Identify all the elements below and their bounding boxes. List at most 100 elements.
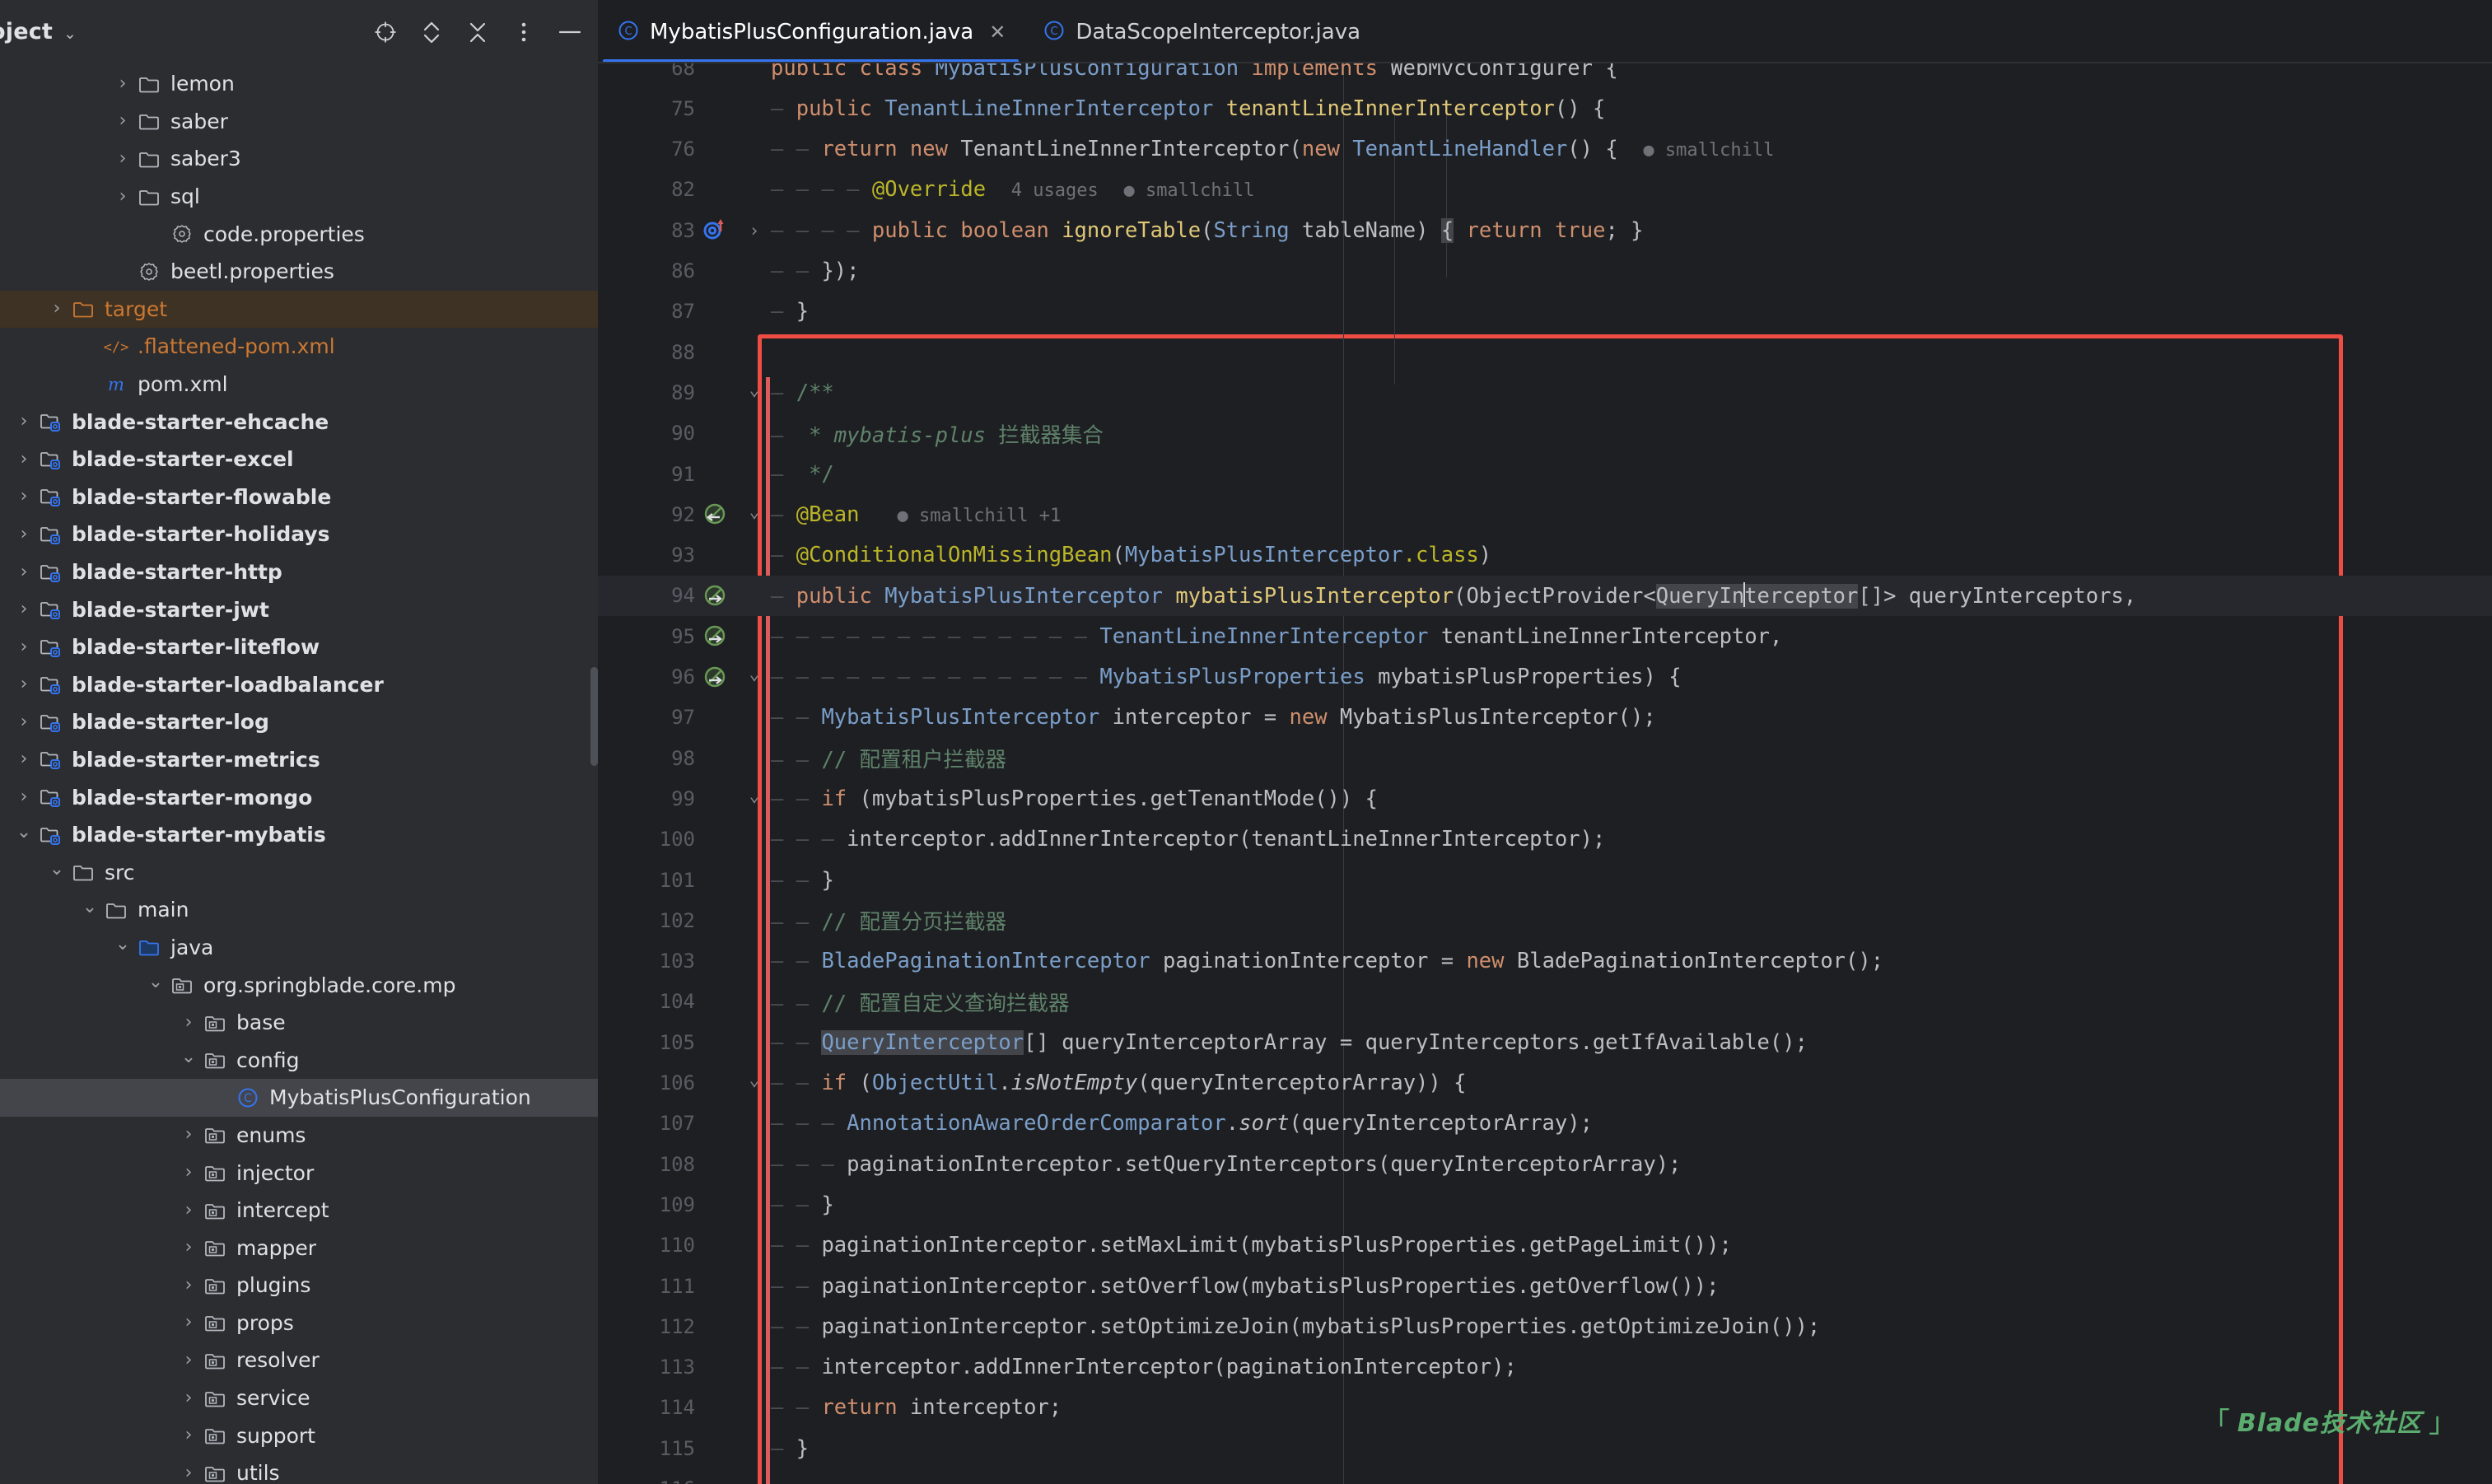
chevron-right-icon[interactable]: › [176,1351,201,1370]
code-line[interactable]: 88 [598,332,2492,372]
code-line[interactable]: 68 public class MybatisPlusConfiguration … [598,63,2492,88]
bean-out-icon[interactable] [698,660,731,693]
tree-item-support[interactable]: › support [0,1416,598,1454]
chevron-right-icon[interactable]: › [176,1013,201,1032]
chevron-right-icon[interactable]: › [110,112,135,130]
tree-item-saber3[interactable]: › saber3 [0,140,598,178]
tree-item-config[interactable]: ⌄ config [0,1041,598,1079]
code-line[interactable]: 90 — * mybatis-plus 拦截器集合 [598,413,2492,454]
tree-item-blade-starter-log[interactable]: › blade-starter-log [0,703,598,741]
chevron-down-icon[interactable]: ⌄ [176,1048,201,1066]
tree-item-blade-starter-holidays[interactable]: › blade-starter-holidays [0,516,598,553]
chevron-right-icon[interactable]: › [176,1388,201,1407]
code-line[interactable]: 75 — public TenantLineInnerInterceptor te… [598,88,2492,128]
chevron-right-icon[interactable]: › [110,149,135,168]
code-line[interactable]: 95 — — — — — — — — — — — — — TenantLineIn… [598,616,2492,656]
project-tree[interactable]: › lemon › saber › saber3 › sql code.properties be… [0,63,598,1484]
tree-item-mapper[interactable]: › mapper [0,1229,598,1267]
bean-out-icon[interactable] [698,579,731,612]
code-line[interactable]: 87 — } [598,292,2492,332]
bean-in-icon[interactable] [698,497,731,530]
fold-expanded-icon[interactable]: ⌄ [744,380,764,399]
code-line[interactable]: 99 ⌄ — — if (mybatisPlusProperties.getTena… [598,778,2492,819]
chevron-right-icon[interactable]: › [110,187,135,206]
code-line[interactable]: 105 — — QueryInterceptor[] queryIntercept… [598,1022,2492,1062]
tree-item-intercept[interactable]: › intercept [0,1192,598,1230]
chevron-right-icon[interactable]: › [12,637,36,656]
tree-item-blade-starter-metrics[interactable]: › blade-starter-metrics [0,741,598,779]
sidebar-scrollbar[interactable] [590,667,598,766]
tree-item-saber[interactable]: › saber [0,103,598,141]
code-line[interactable]: 100 — — — interceptor.addInnerInterceptor… [598,819,2492,860]
chevron-right-icon[interactable]: › [12,413,36,431]
tab-datascopeinterceptor[interactable]: C DataScopeInterceptor.java [1024,0,1379,63]
tree-item-utils[interactable]: › utils [0,1454,598,1484]
code-line[interactable]: 82 — — — — @Override 4 usages ● smallchil… [598,170,2492,210]
project-panel-title[interactable]: oject [0,19,53,44]
chevron-down-icon[interactable]: ⌄ [77,898,102,917]
tree-item-mybatisplusconfiguration[interactable]: C MybatisPlusConfiguration [0,1079,598,1117]
chevron-right-icon[interactable]: › [12,600,36,618]
tree-item-blade-starter-flowable[interactable]: › blade-starter-flowable [0,478,598,516]
tree-item-lemon[interactable]: › lemon [0,65,598,103]
code-line[interactable]: 104 — — // 配置自定义查询拦截器 [598,982,2492,1022]
chevron-down-icon[interactable]: ⌄ [143,973,168,992]
tree-item-java[interactable]: ⌄ java [0,929,598,967]
code-line[interactable]: 107 — — — AnnotationAwareOrderComparator.… [598,1104,2492,1144]
code-line[interactable]: 92 ⌄ — @Bean ● smallchill +1 [598,494,2492,534]
chevron-down-icon[interactable]: ⌄ [63,25,77,43]
code-line[interactable]: 113 — — interceptor.addInnerInterceptor(p… [598,1347,2492,1388]
chevron-right-icon[interactable]: › [110,74,135,93]
chevron-right-icon[interactable]: › [12,488,36,506]
chevron-right-icon[interactable]: › [12,450,36,469]
tree-item-sql[interactable]: › sql [0,178,598,216]
code-line[interactable]: 112 — — paginationInterceptor.setOptimize… [598,1306,2492,1346]
tree-item-beetl-properties[interactable]: beetl.properties [0,253,598,291]
code-line[interactable]: 97 — — MybatisPlusInterceptor interceptor… [598,698,2492,738]
chevron-right-icon[interactable]: › [12,750,36,768]
chevron-down-icon[interactable]: ⌄ [44,861,69,879]
code-line[interactable]: 94 — public MybatisPlusInterceptor mybati… [598,575,2492,616]
chevron-right-icon[interactable]: › [176,1126,201,1144]
chevron-right-icon[interactable]: › [12,562,36,581]
tree-item-blade-starter-jwt[interactable]: › blade-starter-jwt [0,590,598,628]
chevron-right-icon[interactable]: › [12,525,36,544]
close-icon[interactable]: ✕ [989,21,1006,44]
fold-expanded-icon[interactable]: ⌄ [744,502,764,521]
chevron-right-icon[interactable]: › [176,1426,201,1444]
fold-expanded-icon[interactable]: ⌄ [744,786,764,805]
code-line[interactable]: 108 — — — paginationInterceptor.setQueryI… [598,1144,2492,1184]
tree-item-props[interactable]: › props [0,1304,598,1342]
chevron-right-icon[interactable]: › [176,1463,201,1482]
fold-collapsed-icon[interactable]: › [744,221,764,240]
chevron-right-icon[interactable]: › [176,1276,201,1295]
tree-item-pom-xml[interactable]: m pom.xml [0,366,598,404]
collapse-all-icon[interactable] [464,19,491,45]
tree-item-org-springblade-core-mp[interactable]: ⌄ org.springblade.core.mp [0,966,598,1004]
tree-item-target[interactable]: › target [0,290,598,329]
code-line[interactable]: 114 — — return interceptor; [598,1388,2492,1428]
code-line[interactable]: 91 — */ [598,454,2492,494]
code-line[interactable]: 102 — — // 配置分页拦截器 [598,900,2492,940]
tree-item-code-properties[interactable]: code.properties [0,215,598,253]
tree-item-blade-starter-excel[interactable]: › blade-starter-excel [0,441,598,478]
code-line[interactable]: 109 — — } [598,1184,2492,1225]
code-line[interactable]: 83 › — — — — public boolean ignoreTable(St… [598,210,2492,250]
tree-item-enums[interactable]: › enums [0,1117,598,1155]
chevron-right-icon[interactable]: › [12,712,36,731]
tree-item-injector[interactable]: › injector [0,1154,598,1192]
code-line[interactable]: 76 — — return new TenantLineInnerIntercep… [598,129,2492,170]
locate-icon[interactable] [372,19,399,45]
minimize-icon[interactable] [557,19,583,45]
code-line[interactable]: 93 — @ConditionalOnMissingBean(MybatisPlu… [598,535,2492,576]
code-line[interactable]: 110 — — paginationInterceptor.setMaxLimit… [598,1225,2492,1266]
chevron-right-icon[interactable]: › [176,1239,201,1257]
bean-out-icon[interactable] [698,619,731,652]
code-line[interactable]: 111 — — paginationInterceptor.setOverflow… [598,1266,2492,1306]
code-line[interactable]: 98 — — // 配置租户拦截器 [598,738,2492,778]
tree-item-resolver[interactable]: › resolver [0,1342,598,1379]
tree-item-plugins[interactable]: › plugins [0,1267,598,1304]
more-options-icon[interactable] [511,19,537,45]
code-line[interactable]: 89 ⌄ — /** [598,372,2492,413]
chevron-right-icon[interactable]: › [176,1314,201,1332]
